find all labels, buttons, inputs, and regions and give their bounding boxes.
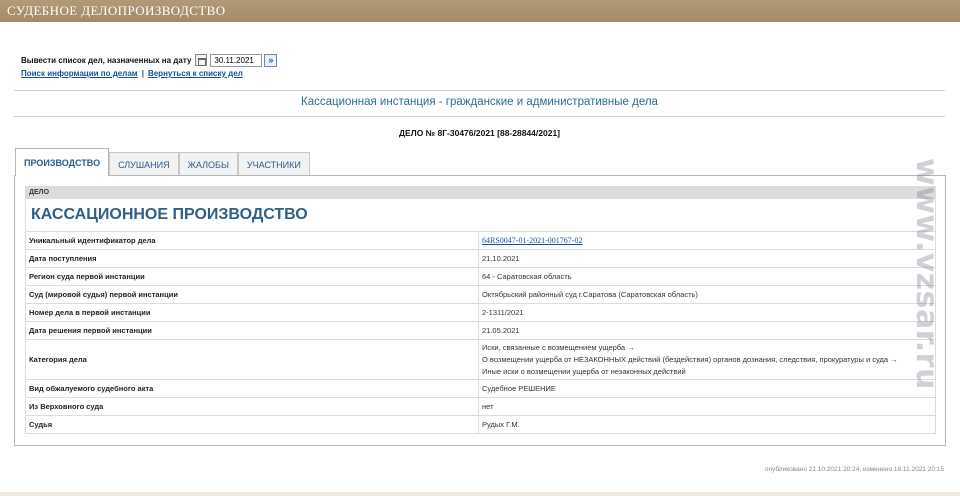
banner-title: СУДЕБНОЕ ДЕЛОПРОИЗВОДСТВО <box>7 3 226 18</box>
case-uid-link[interactable]: 64RS0047-01-2021-001767-02 <box>482 236 582 245</box>
page-heading: Кассационная инстанция - гражданские и а… <box>301 96 658 108</box>
table-row: Вид обжалуемого судебного акта Судебное … <box>25 379 936 398</box>
table-row: Дата поступления 21.10.2021 <box>25 249 936 268</box>
row-label: Номер дела в первой инстанции <box>25 303 479 322</box>
case-table: ДЕЛО КАССАЦИОННОЕ ПРОИЗВОДСТВО Уникальны… <box>25 186 936 434</box>
row-label: Дата поступления <box>25 249 479 268</box>
row-label: Из Верховного суда <box>25 397 479 416</box>
divider <box>14 116 945 117</box>
table-row: Категория дела Иски, связанные с возмеще… <box>25 339 936 380</box>
bottom-strip <box>0 492 960 496</box>
row-value: Рудых Г.М. <box>478 415 936 434</box>
row-value: 64 - Саратовская область <box>478 267 936 286</box>
table-row: Судья Рудых Г.М. <box>25 415 936 434</box>
tab-bar: ПРОИЗВОДСТВО СЛУШАНИЯ ЖАЛОБЫ УЧАСТНИКИ <box>15 148 310 176</box>
date-input[interactable] <box>210 53 263 67</box>
row-value: 21.05.2021 <box>478 321 936 340</box>
date-filter: Вывести список дел, назначенных на дату … <box>21 53 278 67</box>
case-number: ДЕЛО № 8Г-30476/2021 [88-28844/2021] <box>399 128 560 138</box>
case-title: КАССАЦИОННОЕ ПРОИЗВОДСТВО <box>25 198 936 232</box>
category-line: Иные иски о возмещении ущерба от незакон… <box>482 366 686 376</box>
tab-participants[interactable]: УЧАСТНИКИ <box>237 152 310 176</box>
table-row: Регион суда первой инстанции 64 - Сарато… <box>25 267 936 286</box>
tab-complaints[interactable]: ЖАЛОБЫ <box>178 152 238 176</box>
row-label: Суд (мировой судья) первой инстанции <box>25 285 479 304</box>
case-title-row: КАССАЦИОННОЕ ПРОИЗВОДСТВО <box>25 198 936 232</box>
double-chevron-right-icon[interactable]: » <box>264 53 278 67</box>
row-value: Иски, связанные с возмещением ущерба → О… <box>478 339 936 380</box>
case-panel: ДЕЛО КАССАЦИОННОЕ ПРОИЗВОДСТВО Уникальны… <box>14 175 946 446</box>
row-label: Судья <box>25 415 479 434</box>
table-row: Из Верховного суда нет <box>25 397 936 416</box>
table-row: Дата решения первой инстанции 21.05.2021 <box>25 321 936 340</box>
divider <box>14 90 945 91</box>
row-value: нет <box>478 397 936 416</box>
watermark-text: www.vzsar.ru <box>909 158 944 390</box>
calendar-icon[interactable] <box>195 54 208 66</box>
row-value: Судебное РЕШЕНИЕ <box>478 379 936 398</box>
row-label: Вид обжалуемого судебного акта <box>25 379 479 398</box>
table-row: Суд (мировой судья) первой инстанции Окт… <box>25 285 936 304</box>
row-value: 64RS0047-01-2021-001767-02 <box>478 231 936 250</box>
table-row: Уникальный идентификатор дела 64RS0047-0… <box>25 231 936 250</box>
tab-proceedings[interactable]: ПРОИЗВОДСТВО <box>15 148 110 176</box>
row-label: Регион суда первой инстанции <box>25 267 479 286</box>
row-label: Дата решения первой инстанции <box>25 321 479 340</box>
row-label: Категория дела <box>25 339 479 380</box>
date-filter-label: Вывести список дел, назначенных на дату <box>21 55 192 65</box>
back-to-list-link[interactable]: Вернуться к списку дел <box>148 69 243 78</box>
link-separator: | <box>141 69 144 78</box>
table-row: Номер дела в первой инстанции 2-1311/202… <box>25 303 936 322</box>
row-value: 2-1311/2021 <box>478 303 936 322</box>
section-header-row: ДЕЛО <box>25 186 936 199</box>
search-cases-link[interactable]: Поиск информации по делам <box>21 69 138 78</box>
watermark: www.vzsar.ru <box>908 158 944 483</box>
row-value: Октябрьский районный суд г.Саратова (Сар… <box>478 285 936 304</box>
nav-links: Поиск информации по делам | Вернуться к … <box>21 69 243 78</box>
section-label: ДЕЛО <box>25 186 936 199</box>
tab-hearings[interactable]: СЛУШАНИЯ <box>109 152 179 176</box>
row-value: 21.10.2021 <box>478 249 936 268</box>
category-line: Иски, связанные с возмещением ущерба → <box>482 342 635 352</box>
row-label: Уникальный идентификатор дела <box>25 231 479 250</box>
category-line: О возмещении ущерба от НЕЗАКОННЫХ действ… <box>482 354 898 364</box>
top-banner: СУДЕБНОЕ ДЕЛОПРОИЗВОДСТВО <box>0 0 960 22</box>
